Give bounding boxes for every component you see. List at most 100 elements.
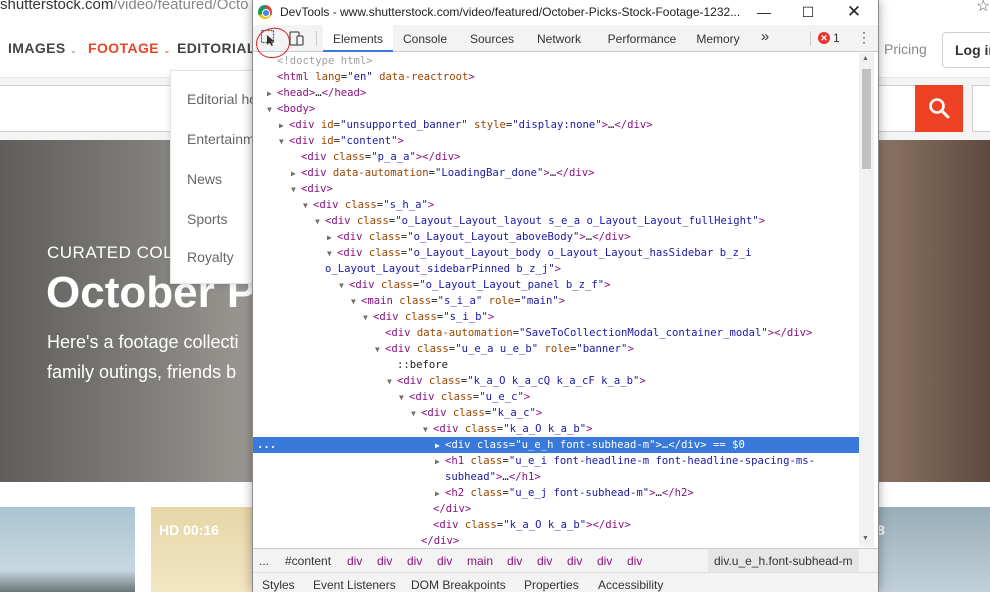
dom-node[interactable]: <div data-automation="SaveToCollectionMo… xyxy=(253,325,859,341)
nav-pricing[interactable]: Pricing xyxy=(884,41,927,57)
dom-node[interactable]: ▶ <h1 class="u_e_i font-headline-m font-h… xyxy=(253,453,859,469)
dom-node[interactable]: ▼ <main class="s_i_a" role="main"> xyxy=(253,293,859,309)
nav-editorial[interactable]: EDITORIAL xyxy=(177,40,256,56)
expand-triangle-icon[interactable]: ▼ xyxy=(315,214,325,230)
tab-styles[interactable]: Styles xyxy=(262,578,295,592)
breadcrumb-item[interactable]: div xyxy=(347,554,362,568)
dom-node[interactable]: ▼ <div class="k_a_c"> xyxy=(253,405,859,421)
video-thumbnail[interactable]: HD 00:16 xyxy=(151,507,253,592)
expand-triangle-icon[interactable]: ▼ xyxy=(291,182,301,198)
dom-node[interactable]: ▼ <div class="o_Layout_Layout_layout s_e_… xyxy=(253,213,859,229)
editorial-menu-item[interactable]: Entertainm xyxy=(187,131,255,147)
tab-dom-breakpoints[interactable]: DOM Breakpoints xyxy=(411,578,506,592)
error-icon[interactable]: ✕ xyxy=(818,32,830,44)
close-button[interactable]: ✕ xyxy=(842,2,866,22)
dom-node[interactable]: <!doctype html> xyxy=(253,53,859,69)
tab-network[interactable]: Network xyxy=(529,25,589,52)
expand-triangle-icon[interactable]: ▼ xyxy=(375,342,385,358)
dom-node[interactable]: ▼ <div class="k_a_O k_a_b"> xyxy=(253,421,859,437)
video-thumbnail[interactable] xyxy=(0,507,135,592)
breadcrumb-item-active[interactable]: div.u_e_h.font-subhead-m xyxy=(708,549,859,572)
dom-node[interactable]: ▼ <body> xyxy=(253,101,859,117)
address-bar-url[interactable]: shutterstock.com/video/featured/Octo xyxy=(0,0,248,13)
expand-triangle-icon[interactable]: ▼ xyxy=(399,390,409,406)
expand-triangle-icon[interactable]: ▼ xyxy=(279,134,289,150)
nav-footage[interactable]: FOOTAGE ⌄ xyxy=(88,40,171,56)
breadcrumb-item[interactable]: div xyxy=(507,554,522,568)
collapse-triangle-icon[interactable]: ▶ xyxy=(291,166,301,182)
node-actions-ellipsis[interactable]: ... xyxy=(257,437,276,453)
device-toolbar-button[interactable] xyxy=(288,29,306,47)
scroll-up-arrow-icon[interactable]: ▲ xyxy=(862,55,869,62)
dom-node[interactable]: ▶ <head>…</head> xyxy=(253,85,859,101)
collapse-triangle-icon[interactable]: ▶ xyxy=(435,438,445,454)
expand-triangle-icon[interactable]: ▼ xyxy=(351,294,361,310)
editorial-menu-item[interactable]: Editorial ho xyxy=(187,91,257,107)
collapse-triangle-icon[interactable]: ▶ xyxy=(435,454,445,470)
tab-accessibility[interactable]: Accessibility xyxy=(598,578,663,592)
dom-node[interactable]: <div class="p_a_a"></div> xyxy=(253,149,859,165)
nav-images[interactable]: IMAGES ⌄ xyxy=(8,40,78,56)
scroll-down-arrow-icon[interactable]: ▼ xyxy=(862,535,869,542)
expand-triangle-icon[interactable]: ▼ xyxy=(339,278,349,294)
dom-node[interactable]: <html lang="en" data-reactroot> xyxy=(253,69,859,85)
collapse-triangle-icon[interactable]: ▶ xyxy=(279,118,289,134)
breadcrumb-item[interactable]: div xyxy=(537,554,552,568)
dom-node[interactable]: ▼ <div class="s_i_b"> xyxy=(253,309,859,325)
tab-sources[interactable]: Sources xyxy=(463,25,521,52)
dom-node[interactable]: ▼ <div class="s_h_a"> xyxy=(253,197,859,213)
expand-triangle-icon[interactable]: ▼ xyxy=(327,246,337,262)
dom-node[interactable]: ▶ <div data-automation="LoadingBar_done">… xyxy=(253,165,859,181)
dom-node[interactable]: ▼ <div class="o_Layout_Layout_panel b_z_f… xyxy=(253,277,859,293)
site-menu-button[interactable] xyxy=(972,85,990,132)
devtools-titlebar[interactable]: DevTools - www.shutterstock.com/video/fe… xyxy=(253,0,878,25)
dom-node[interactable]: ::before xyxy=(253,357,859,373)
tab-memory[interactable]: Memory xyxy=(693,25,743,52)
expand-triangle-icon[interactable]: ▼ xyxy=(303,198,313,214)
site-search-button[interactable] xyxy=(915,85,963,132)
editorial-menu-item[interactable]: Sports xyxy=(187,211,227,227)
tab-event-listeners[interactable]: Event Listeners xyxy=(313,578,396,592)
dom-node[interactable]: </div> xyxy=(253,533,859,547)
scrollbar-thumb[interactable] xyxy=(862,69,871,169)
dom-node[interactable]: ▼ <div class="o_Layout_Layout_body o_Layo… xyxy=(253,245,859,261)
breadcrumb-item[interactable]: #content xyxy=(285,554,331,568)
tab-elements[interactable]: Elements xyxy=(323,25,393,52)
expand-triangle-icon[interactable]: ▼ xyxy=(363,310,373,326)
editorial-menu-item[interactable]: Royalty xyxy=(187,249,234,265)
dom-node[interactable]: ▼ <div id="content"> xyxy=(253,133,859,149)
breadcrumb-item[interactable]: div xyxy=(437,554,452,568)
minimize-button[interactable]: — xyxy=(752,2,776,22)
expand-triangle-icon[interactable]: ▼ xyxy=(411,406,421,422)
maximize-button[interactable]: ☐ xyxy=(796,2,820,22)
breadcrumb-item[interactable]: main xyxy=(467,554,493,568)
more-tabs-button[interactable]: » xyxy=(755,25,775,52)
tab-properties[interactable]: Properties xyxy=(524,578,579,592)
login-button[interactable]: Log in xyxy=(942,32,990,68)
error-count[interactable]: 1 xyxy=(833,31,840,45)
customize-menu-icon[interactable]: ⋮ xyxy=(857,30,871,46)
dom-tree-scrollbar[interactable]: ▲ ▼ xyxy=(859,53,874,547)
dom-node[interactable]: ▼ <div> xyxy=(253,181,859,197)
collapse-triangle-icon[interactable]: ▶ xyxy=(267,86,277,102)
dom-node-selected[interactable]: ... ▶ <div class="u_e_h font-subhead-m">…<… xyxy=(253,437,859,453)
dom-node[interactable]: ▼ <div class="u_e_a u_e_b" role="banner"> xyxy=(253,341,859,357)
breadcrumb-item[interactable]: div xyxy=(597,554,612,568)
dom-node[interactable]: </div> xyxy=(253,501,859,517)
dom-node[interactable]: subhead">…</h1> xyxy=(253,469,859,485)
dom-node[interactable]: ▼ <div class="u_e_c"> xyxy=(253,389,859,405)
video-thumbnail[interactable]: 8 xyxy=(877,507,990,592)
elements-dom-tree[interactable]: <!doctype html> <html lang="en" data-reac… xyxy=(253,53,859,547)
dom-node[interactable]: ▼ <div class="k_a_O k_a_cQ k_a_cF k_a_b"> xyxy=(253,373,859,389)
dom-node[interactable]: ▶ <div class="o_Layout_Layout_aboveBody">… xyxy=(253,229,859,245)
breadcrumb-item[interactable]: div xyxy=(407,554,422,568)
dom-node[interactable]: <div class="k_a_O k_a_b"></div> xyxy=(253,517,859,533)
dom-node[interactable]: ▶ <div id="unsupported_banner" style="dis… xyxy=(253,117,859,133)
editorial-menu-item[interactable]: News xyxy=(187,171,222,187)
breadcrumb-item[interactable]: div xyxy=(377,554,392,568)
breadcrumb-item[interactable]: ... xyxy=(259,554,269,568)
breadcrumb-item[interactable]: div xyxy=(627,554,642,568)
collapse-triangle-icon[interactable]: ▶ xyxy=(327,230,337,246)
breadcrumb-item[interactable]: div xyxy=(567,554,582,568)
tab-console[interactable]: Console xyxy=(398,25,452,52)
